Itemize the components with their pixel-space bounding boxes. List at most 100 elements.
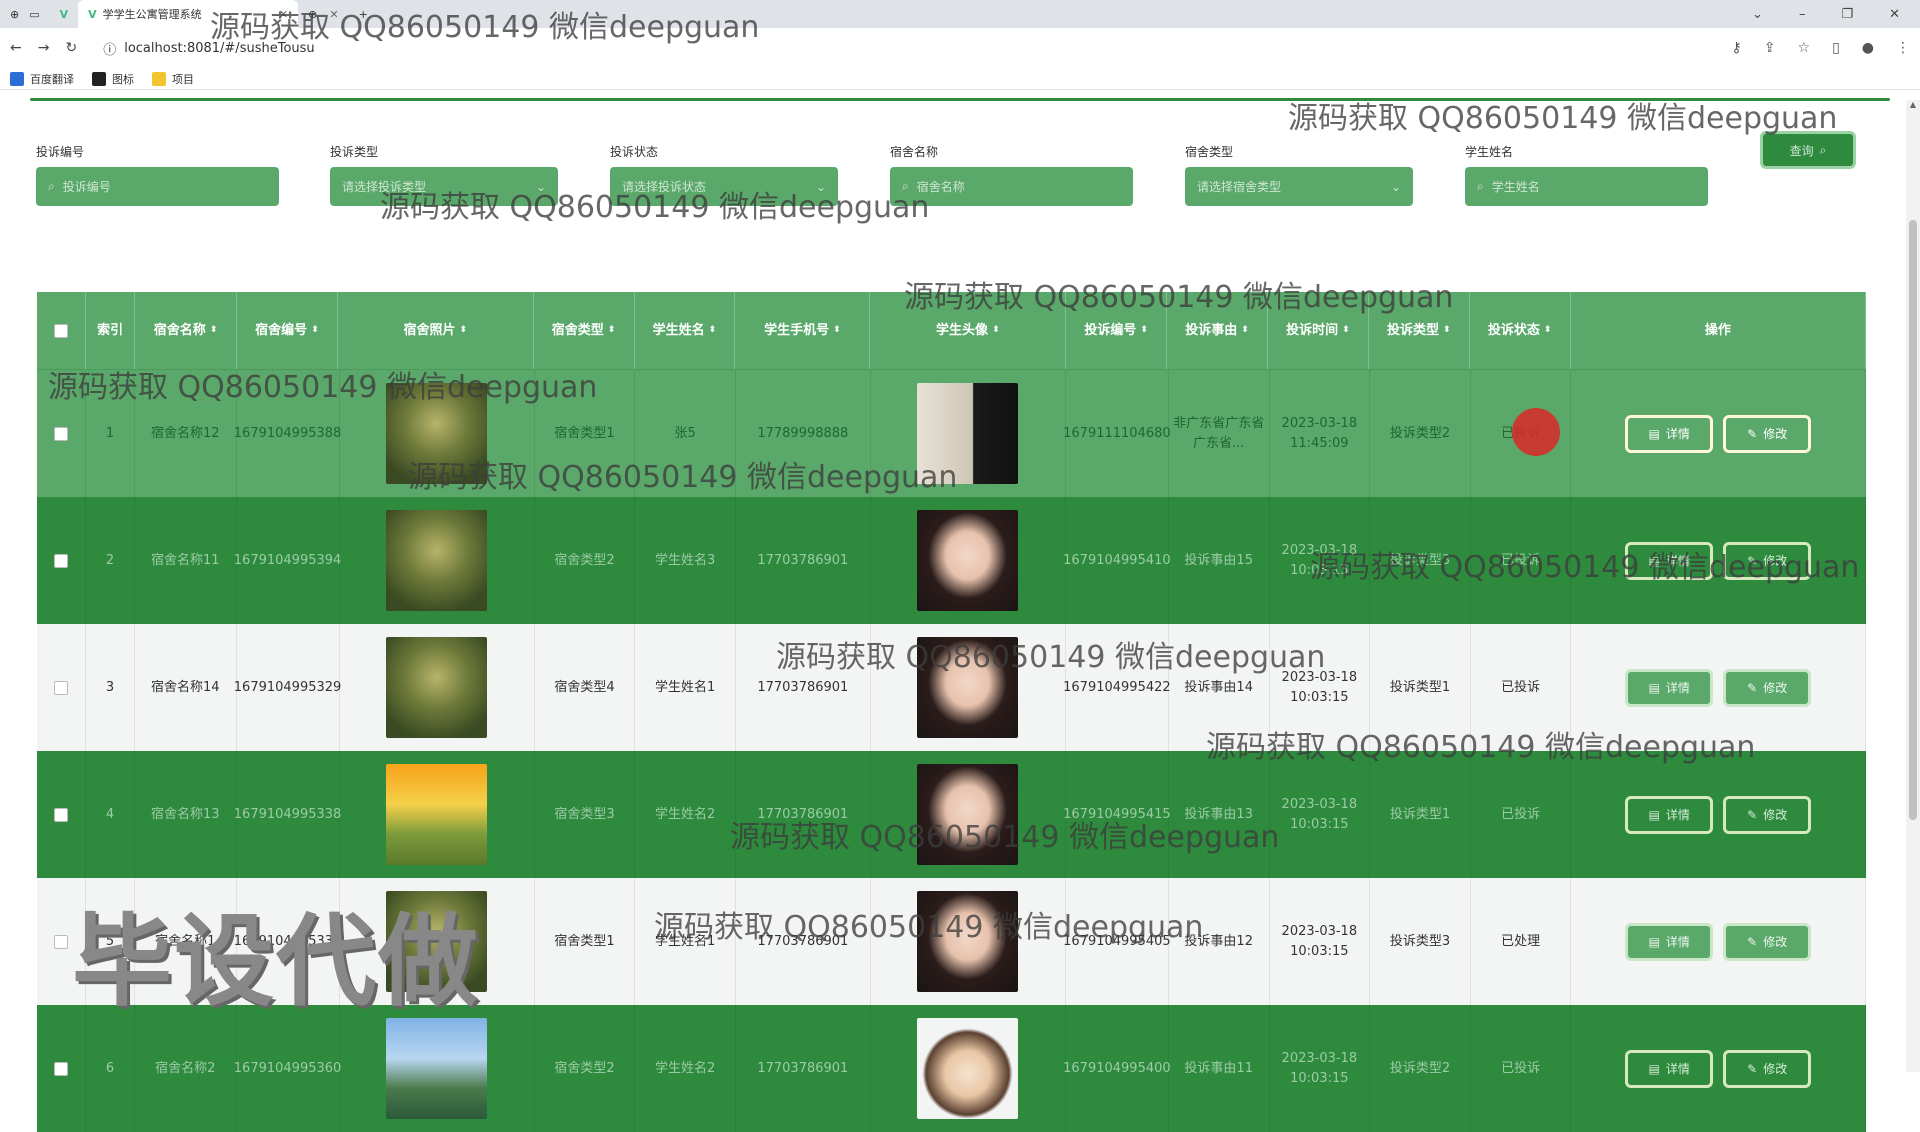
sort-icon[interactable]: ⬍ (1544, 324, 1552, 338)
header-cell[interactable]: 学生手机号 ⬍ (735, 292, 871, 369)
edit-button[interactable]: ✎ 修改 (1723, 414, 1812, 453)
key-icon[interactable]: ⚷ (1732, 40, 1742, 56)
sort-icon[interactable]: ⬍ (311, 324, 319, 338)
student-avatar[interactable] (917, 1018, 1019, 1119)
dorm-photo[interactable] (386, 891, 488, 992)
dorm-photo[interactable] (386, 1018, 488, 1119)
detail-button[interactable]: ▤ 详情 (1625, 795, 1714, 834)
scroll-up-icon[interactable]: ▲ (1906, 100, 1920, 114)
sort-icon[interactable]: ⬍ (608, 324, 616, 338)
bookmark-translate[interactable]: 百度翻译 (10, 71, 74, 87)
edit-button[interactable]: ✎ 修改 (1723, 1049, 1812, 1088)
table-row[interactable]: 2 宿舍名称11 1679104995394 宿舍类型2 学生姓名3 1770378690… (37, 497, 1866, 624)
complaint-type-select[interactable]: 请选择投诉类型 ⌄ (330, 167, 558, 206)
cell-type: 宿舍类型2 (535, 497, 636, 624)
forward-icon[interactable]: → (38, 40, 50, 56)
close-tab-icon[interactable]: ✕ (279, 8, 288, 21)
url-field[interactable]: ⓘ localhost:8081/#/susheTousu (93, 34, 1715, 62)
table-row[interactable]: 5 宿舍名称1 1679104995338 宿舍类型1 学生姓名1 17703786901… (37, 878, 1866, 1005)
new-tab-button[interactable]: + (349, 0, 378, 28)
student-avatar[interactable] (917, 891, 1019, 992)
table-row[interactable]: 4 宿舍名称13 1679104995338 宿舍类型3 学生姓名2 1770378690… (37, 751, 1866, 878)
header-cell[interactable]: 学生姓名 ⬍ (635, 292, 736, 369)
restore-icon[interactable]: ❐ (1841, 7, 1853, 22)
menu-icon[interactable]: ⋮ (1896, 40, 1910, 56)
student-name-input[interactable]: ⌕ 学生姓名 (1465, 167, 1708, 206)
detail-button[interactable]: ▤ 详情 (1625, 414, 1714, 453)
row-checkbox[interactable] (53, 553, 68, 568)
header-cell[interactable]: 宿舍名称 ⬍ (135, 292, 238, 369)
sort-icon[interactable]: ⬍ (1443, 324, 1451, 338)
student-avatar[interactable] (917, 383, 1019, 484)
dorm-type-select[interactable]: 请选择宿舍类型 ⌄ (1185, 167, 1413, 206)
query-button[interactable]: 查询 ⌕ (1760, 131, 1856, 169)
dorm-photo[interactable] (386, 637, 488, 738)
sort-icon[interactable]: ⬍ (210, 324, 218, 338)
dorm-photo[interactable] (386, 510, 488, 611)
header-cell[interactable]: 投诉类型 ⬍ (1369, 292, 1470, 369)
header-cell[interactable]: 投诉时间 ⬍ (1268, 292, 1369, 369)
select-all-checkbox[interactable] (54, 323, 69, 338)
detail-button[interactable]: ▤ 详情 (1625, 922, 1714, 961)
close-window-icon[interactable]: ✕ (1889, 7, 1900, 22)
placeholder: 学生姓名 (1491, 180, 1540, 194)
star-icon[interactable]: ☆ (1798, 40, 1811, 56)
row-checkbox[interactable] (53, 934, 68, 949)
sidebar-icon[interactable]: ▯ (1832, 40, 1840, 56)
chevron-down-icon[interactable]: ⌄ (1752, 7, 1763, 22)
reload-icon[interactable]: ↻ (65, 40, 77, 56)
header-cell[interactable]: 学生头像 ⬍ (870, 292, 1067, 369)
cell-text: 1679104995422 (1063, 679, 1171, 695)
complaint-no-input[interactable]: ⌕ 投诉编号 (36, 167, 279, 206)
detail-button[interactable]: ▤ 详情 (1625, 1049, 1714, 1088)
sort-icon[interactable]: ⬍ (709, 324, 717, 338)
detail-button[interactable]: ▤ 详情 (1625, 668, 1714, 707)
sort-icon[interactable]: ⬍ (1140, 324, 1148, 338)
page-scrollbar[interactable]: ▲ (1906, 100, 1920, 1072)
row-checkbox[interactable] (53, 426, 68, 441)
tab-vue[interactable]: V (50, 0, 79, 28)
minimize-icon[interactable]: – (1799, 7, 1806, 22)
header-cell[interactable]: 宿舍照片 ⬍ (338, 292, 534, 369)
profile-icon[interactable]: ● (1862, 40, 1874, 56)
student-avatar[interactable] (917, 637, 1019, 738)
sort-icon[interactable]: ⬍ (1241, 324, 1249, 338)
dorm-name-input[interactable]: ⌕ 宿舍名称 (890, 167, 1133, 206)
dorm-photo[interactable] (386, 764, 488, 865)
info-icon[interactable]: ⓘ (103, 39, 116, 58)
header-cell[interactable]: 宿舍编号 ⬍ (237, 292, 338, 369)
student-avatar[interactable] (917, 764, 1019, 865)
dorm-photo[interactable] (386, 383, 488, 484)
table-row[interactable]: 1 宿舍名称12 1679104995388 宿舍类型1 张5 17789998888 16… (37, 370, 1866, 497)
share-icon[interactable]: ⇪ (1764, 40, 1776, 56)
header-cell[interactable]: 投诉事由 ⬍ (1167, 292, 1268, 369)
edit-button[interactable]: ✎ 修改 (1723, 541, 1812, 580)
cell-index: 5 (86, 878, 135, 1005)
detail-button[interactable]: ▤ 详情 (1625, 541, 1714, 580)
header-cell[interactable]: 投诉状态 ⬍ (1470, 292, 1571, 369)
sort-icon[interactable]: ⬍ (833, 324, 841, 338)
row-checkbox[interactable] (53, 680, 68, 695)
student-avatar[interactable] (917, 510, 1019, 611)
close-tab-icon[interactable]: ✕ (329, 8, 338, 21)
header-cell[interactable]: 投诉编号 ⬍ (1066, 292, 1168, 369)
sort-icon[interactable]: ⬍ (1342, 324, 1350, 338)
row-checkbox[interactable] (53, 807, 68, 822)
tab-blank[interactable]: ▭ (19, 0, 49, 28)
row-checkbox[interactable] (53, 1061, 68, 1076)
scrollbar-thumb[interactable] (1909, 220, 1917, 820)
tab-second[interactable]: ⊕ ✕ (298, 0, 348, 28)
edit-button[interactable]: ✎ 修改 (1723, 668, 1812, 707)
tab-active[interactable]: V 学学生公寓管理系统 ✕ (78, 0, 299, 28)
bookmark-icons[interactable]: 图标 (92, 71, 134, 87)
sort-icon[interactable]: ⬍ (459, 324, 467, 338)
bookmark-project[interactable]: 项目 (152, 71, 194, 87)
header-cell[interactable]: 宿舍类型 ⬍ (534, 292, 635, 369)
table-row[interactable]: 3 宿舍名称14 1679104995329 宿舍类型4 学生姓名1 1770378690… (37, 624, 1866, 751)
edit-button[interactable]: ✎ 修改 (1723, 795, 1812, 834)
edit-button[interactable]: ✎ 修改 (1723, 922, 1812, 961)
sort-icon[interactable]: ⬍ (992, 324, 1000, 338)
table-row[interactable]: 6 宿舍名称2 1679104995360 宿舍类型2 学生姓名2 17703786901… (37, 1005, 1866, 1132)
back-icon[interactable]: ← (10, 40, 22, 56)
complaint-status-select[interactable]: 请选择投诉状态 ⌄ (610, 167, 838, 206)
